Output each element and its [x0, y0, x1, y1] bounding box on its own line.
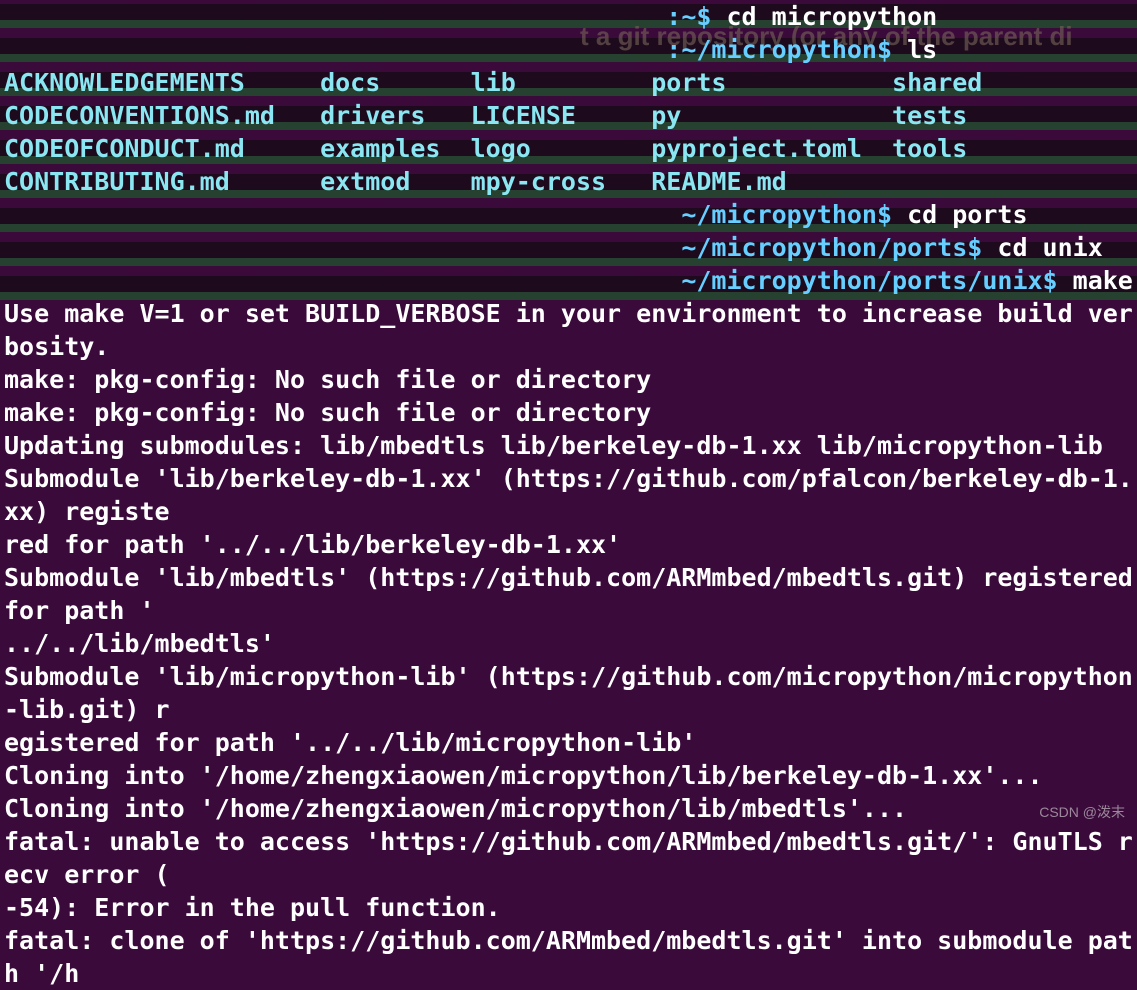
- ls-col-4: ports py pyproject.toml README.md: [651, 66, 892, 198]
- spacer: [4, 2, 666, 31]
- prompt-path-3: ~/micropython$: [681, 200, 907, 229]
- ls-col-5: shared tests tools: [892, 66, 1043, 198]
- ls-col-2: docs drivers examples extmod: [320, 66, 471, 198]
- command-2: ls: [907, 35, 937, 64]
- command-4: cd unix: [997, 233, 1102, 262]
- prompt-path-2: :~/micropython$: [666, 35, 907, 64]
- prompt-path-4: ~/micropython/ports$: [681, 233, 997, 262]
- ls-col-3: lib LICENSE logo mpy-cross: [471, 66, 652, 198]
- command-3: cd ports: [907, 200, 1027, 229]
- terminal-output[interactable]: :~$ cd micropython :~/micropython$ ls AC…: [4, 0, 1133, 845]
- spacer: [4, 200, 681, 229]
- command-5: make submodules: [1073, 266, 1137, 295]
- spacer: [4, 35, 666, 64]
- ls-col-1: ACKNOWLEDGEMENTS CODECONVENTIONS.md CODE…: [4, 66, 320, 198]
- command-1: cd micropython: [726, 2, 937, 31]
- make-output: Use make V=1 or set BUILD_VERBOSE in you…: [4, 297, 1133, 990]
- ls-output: ACKNOWLEDGEMENTS CODECONVENTIONS.md CODE…: [4, 66, 1133, 198]
- prompt-path-5: ~/micropython/ports/unix$: [681, 266, 1072, 295]
- watermark: CSDN @泼末: [1039, 796, 1125, 829]
- prompt-path-1: :~$: [666, 2, 726, 31]
- spacer: [4, 233, 681, 262]
- spacer: [4, 266, 681, 295]
